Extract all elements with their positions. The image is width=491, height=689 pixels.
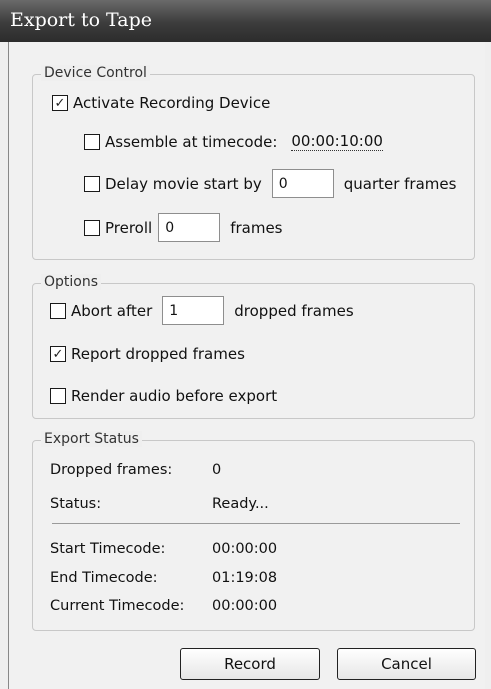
report-dropped-frames-label: Report dropped frames — [71, 345, 245, 363]
status-value: Ready... — [212, 496, 269, 512]
render-audio-row[interactable]: Render audio before export — [50, 387, 277, 405]
delay-quarter-frames-input[interactable]: 0 — [271, 169, 334, 198]
export-status-legend: Export Status — [41, 431, 142, 447]
preroll-frames-label: frames — [230, 218, 283, 237]
preroll-frames-input[interactable]: 0 — [158, 213, 221, 242]
render-audio-label: Render audio before export — [71, 387, 278, 405]
status-divider — [52, 523, 460, 524]
dropped-frames-value: 0 — [212, 462, 222, 478]
report-dropped-frames-checkbox[interactable]: ✓ — [50, 346, 66, 362]
status-label: Status: — [50, 496, 102, 512]
assemble-timecode-value[interactable]: 00:00:10:00 — [291, 132, 383, 151]
options-legend: Options — [41, 274, 102, 290]
title-bar[interactable]: Export to Tape — [0, 0, 491, 42]
abort-after-row: Abort after 1 dropped frames — [50, 296, 354, 325]
preroll-row: Preroll 0 frames — [84, 213, 283, 242]
abort-after-checkbox[interactable] — [50, 302, 66, 319]
assemble-at-timecode-row[interactable]: Assemble at timecode: 00:00:10:00 — [84, 132, 383, 151]
start-timecode-label: Start Timecode: — [50, 541, 166, 557]
assemble-at-timecode-label: Assemble at timecode: — [105, 132, 278, 151]
abort-after-label: Abort after — [71, 301, 153, 320]
window-title: Export to Tape — [10, 9, 152, 31]
preroll-label: Preroll — [105, 218, 153, 237]
end-timecode-value: 01:19:08 — [212, 570, 278, 586]
delay-movie-start-label: Delay movie start by — [105, 174, 262, 193]
quarter-frames-label: quarter frames — [343, 174, 457, 193]
record-button[interactable]: Record — [180, 648, 320, 680]
abort-dropped-frames-input[interactable]: 1 — [162, 296, 225, 325]
current-timecode-label: Current Timecode: — [50, 598, 185, 614]
delay-movie-start-checkbox[interactable] — [84, 175, 100, 192]
dropped-frames-unit-label: dropped frames — [234, 301, 354, 320]
report-dropped-frames-row[interactable]: ✓ Report dropped frames — [50, 345, 245, 363]
export-to-tape-dialog: Export to Tape Device Control ✓ Activate… — [0, 0, 491, 689]
end-timecode-label: End Timecode: — [50, 570, 158, 586]
start-timecode-value: 00:00:00 — [212, 541, 278, 557]
activate-recording-checkbox[interactable]: ✓ — [52, 95, 68, 111]
current-timecode-value: 00:00:00 — [212, 598, 278, 614]
device-control-legend: Device Control — [41, 65, 150, 81]
delay-movie-start-row: Delay movie start by 0 quarter frames — [84, 169, 456, 198]
dropped-frames-label: Dropped frames: — [50, 462, 173, 478]
activate-recording-label: Activate Recording Device — [73, 94, 271, 112]
cancel-button[interactable]: Cancel — [337, 648, 476, 680]
activate-recording-checkbox-row[interactable]: ✓ Activate Recording Device — [52, 94, 270, 112]
preroll-checkbox[interactable] — [84, 219, 100, 236]
render-audio-checkbox[interactable] — [50, 388, 66, 404]
assemble-at-timecode-checkbox[interactable] — [84, 133, 100, 150]
